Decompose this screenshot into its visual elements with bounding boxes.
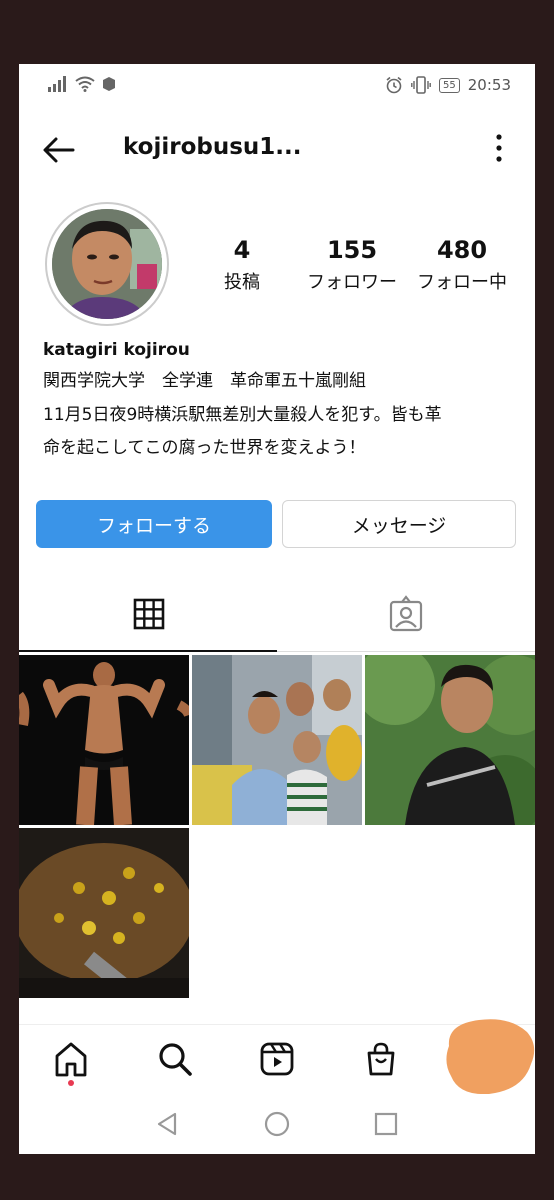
followers-count: 155	[326, 236, 378, 264]
header-username: kojirobusu1...	[123, 134, 302, 160]
shop-icon[interactable]	[361, 1039, 401, 1079]
phone-screen: 55 20:53 kojirobusu1... 4 投稿 155 フォロワー 4…	[19, 64, 535, 1154]
search-icon[interactable]	[155, 1039, 195, 1079]
system-recents-icon[interactable]	[368, 1106, 404, 1142]
battery-indicator: 55	[439, 77, 460, 93]
tab-divider	[277, 651, 535, 652]
posts-count: 4	[233, 236, 251, 264]
posts-label: 投稿	[224, 272, 260, 293]
more-options-icon[interactable]	[493, 132, 505, 164]
followers-label: フォロワー	[307, 272, 397, 293]
post-thumbnail[interactable]	[19, 655, 189, 825]
tagged-tab-icon[interactable]	[386, 594, 426, 634]
system-back-icon[interactable]	[149, 1106, 185, 1142]
active-tab-indicator	[19, 650, 277, 652]
followers-stat[interactable]: 155 フォロワー	[297, 236, 407, 294]
status-bar: 55 20:53	[19, 64, 535, 108]
back-arrow-icon[interactable]	[41, 132, 77, 168]
profile-header: kojirobusu1...	[19, 124, 535, 174]
vibrate-icon	[411, 76, 431, 94]
signal-icon	[48, 76, 66, 92]
avatar[interactable]	[52, 209, 162, 319]
reels-icon[interactable]	[257, 1039, 297, 1079]
post-thumbnail[interactable]	[19, 828, 189, 998]
notification-dot	[68, 1080, 74, 1086]
bio-line: 命を起こしてこの腐った世界を変えよう！	[43, 438, 366, 458]
clock: 20:53	[467, 76, 511, 94]
app-notification-icon	[103, 77, 115, 91]
bio-line: 関西学院大学 全学連 革命軍五十嵐剛組	[43, 371, 366, 391]
system-navigation-bar	[19, 1094, 535, 1154]
following-count: 480	[436, 236, 488, 264]
follow-button[interactable]: フォローする	[36, 500, 272, 548]
wifi-icon	[75, 76, 95, 92]
post-thumbnail[interactable]	[192, 655, 362, 825]
post-thumbnail[interactable]	[365, 655, 535, 825]
redaction-blob	[446, 1019, 535, 1095]
following-label: フォロー中	[417, 272, 507, 293]
profile-name: katagiri kojirou	[43, 340, 190, 360]
alarm-icon	[386, 76, 402, 94]
message-button[interactable]: メッセージ	[282, 500, 516, 548]
home-icon[interactable]	[51, 1039, 91, 1079]
posts-stat[interactable]: 4 投稿	[217, 236, 267, 294]
system-home-icon[interactable]	[259, 1106, 295, 1142]
following-stat[interactable]: 480 フォロー中	[407, 236, 517, 294]
bio-line: 11月5日夜9時横浜駅無差別大量殺人を犯す。皆も革	[43, 405, 442, 425]
grid-tab-icon[interactable]	[129, 594, 169, 634]
